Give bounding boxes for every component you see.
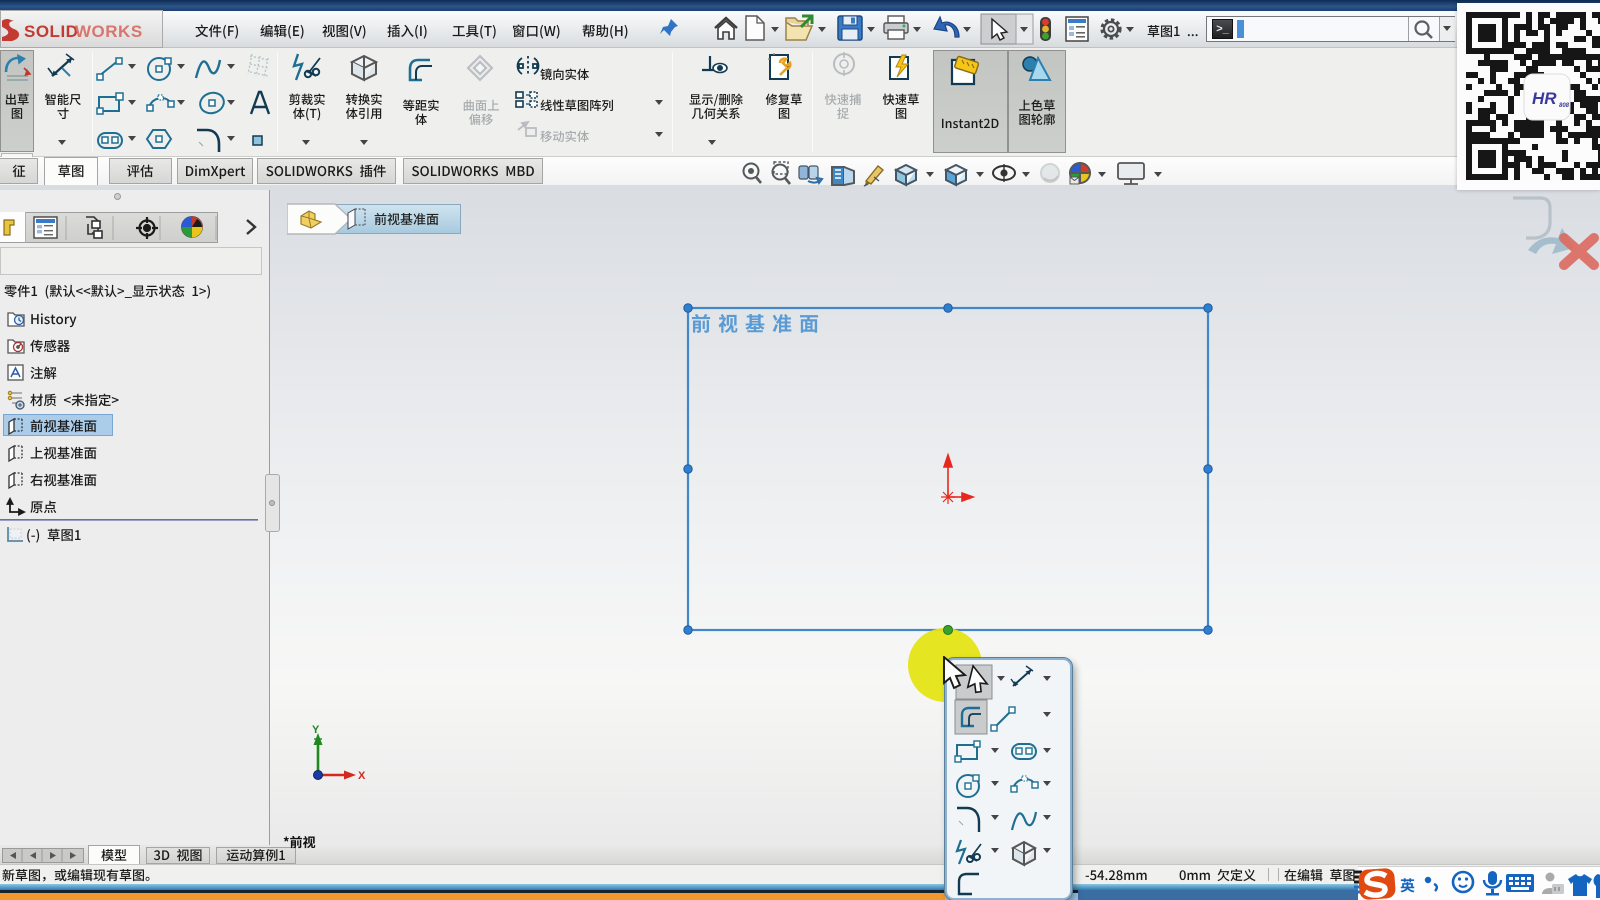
svg-text:808: 808	[1559, 103, 1570, 109]
svg-text:HR: HR	[1532, 89, 1557, 108]
